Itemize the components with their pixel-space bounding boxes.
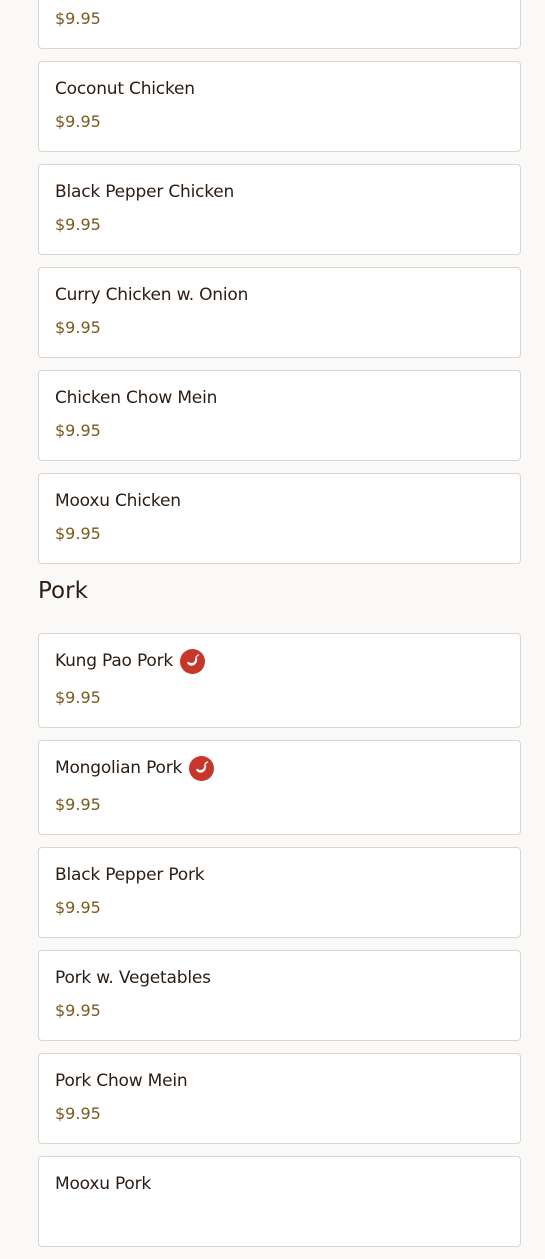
item-price: $9.95	[55, 795, 101, 814]
item-name: Coconut Chicken	[55, 79, 195, 99]
item-price: $9.95	[55, 215, 101, 234]
menu-item-card[interactable]: Kung Pao Pork $9.95	[38, 633, 521, 728]
chili-pepper-icon	[180, 648, 206, 674]
item-price: $9.95	[55, 1001, 101, 1020]
item-name: Kung Pao Pork	[55, 651, 174, 671]
item-name: Mooxu Pork	[55, 1174, 152, 1194]
item-name-row: Chicken Chow Mein	[55, 387, 504, 409]
menu-item-card[interactable]: Curry Chicken w. Onion $9.95	[38, 267, 521, 358]
item-price: $9.95	[55, 688, 101, 707]
item-name-row: Pork Chow Mein	[55, 1070, 504, 1092]
menu-item-card[interactable]: Pork w. Vegetables $9.95	[38, 950, 521, 1041]
item-name: Chicken Chow Mein	[55, 388, 218, 408]
item-name-row: Mongolian Pork	[55, 755, 504, 781]
item-name: Curry Chicken w. Onion	[55, 285, 249, 305]
item-name: Pork w. Vegetables	[55, 968, 211, 988]
section-title-pork: Pork	[38, 578, 88, 604]
item-name-row: Curry Chicken w. Onion	[55, 284, 504, 306]
chili-pepper-icon	[189, 755, 215, 781]
item-name: Mooxu Chicken	[55, 491, 181, 511]
menu-list: $9.95 Coconut Chicken $9.95 Black Pepper…	[38, 0, 521, 1259]
item-price: $9.95	[55, 898, 101, 917]
menu-item-card[interactable]: Chicken Chow Mein $9.95	[38, 370, 521, 461]
item-price: $9.95	[55, 112, 101, 131]
menu-item-card[interactable]: Black Pepper Pork $9.95	[38, 847, 521, 938]
menu-item-card[interactable]: Mooxu Pork	[38, 1156, 521, 1247]
item-name-row: Kung Pao Pork	[55, 648, 504, 674]
item-name-row: Mooxu Pork	[55, 1173, 504, 1195]
item-name-row: Pork w. Vegetables	[55, 967, 504, 989]
item-price: $9.95	[55, 318, 101, 337]
menu-item-card[interactable]: Coconut Chicken $9.95	[38, 61, 521, 152]
item-price: $9.95	[55, 421, 101, 440]
item-name-row: Coconut Chicken	[55, 78, 504, 100]
item-name: Black Pepper Chicken	[55, 182, 235, 202]
item-price: $9.95	[55, 9, 101, 28]
menu-item-card[interactable]: Mooxu Chicken $9.95	[38, 473, 521, 564]
item-name-row: Black Pepper Pork	[55, 864, 504, 886]
menu-item-card[interactable]: Pork Chow Mein $9.95	[38, 1053, 521, 1144]
item-name-row: Black Pepper Chicken	[55, 181, 504, 203]
item-price: $9.95	[55, 524, 101, 543]
item-name: Mongolian Pork	[55, 758, 183, 778]
menu-item-card[interactable]: Black Pepper Chicken $9.95	[38, 164, 521, 255]
item-name: Black Pepper Pork	[55, 865, 205, 885]
item-name: Pork Chow Mein	[55, 1071, 188, 1091]
menu-item-card[interactable]: $9.95	[38, 0, 521, 49]
menu-item-card[interactable]: Mongolian Pork $9.95	[38, 740, 521, 835]
item-name-row: Mooxu Chicken	[55, 490, 504, 512]
item-price: $9.95	[55, 1104, 101, 1123]
